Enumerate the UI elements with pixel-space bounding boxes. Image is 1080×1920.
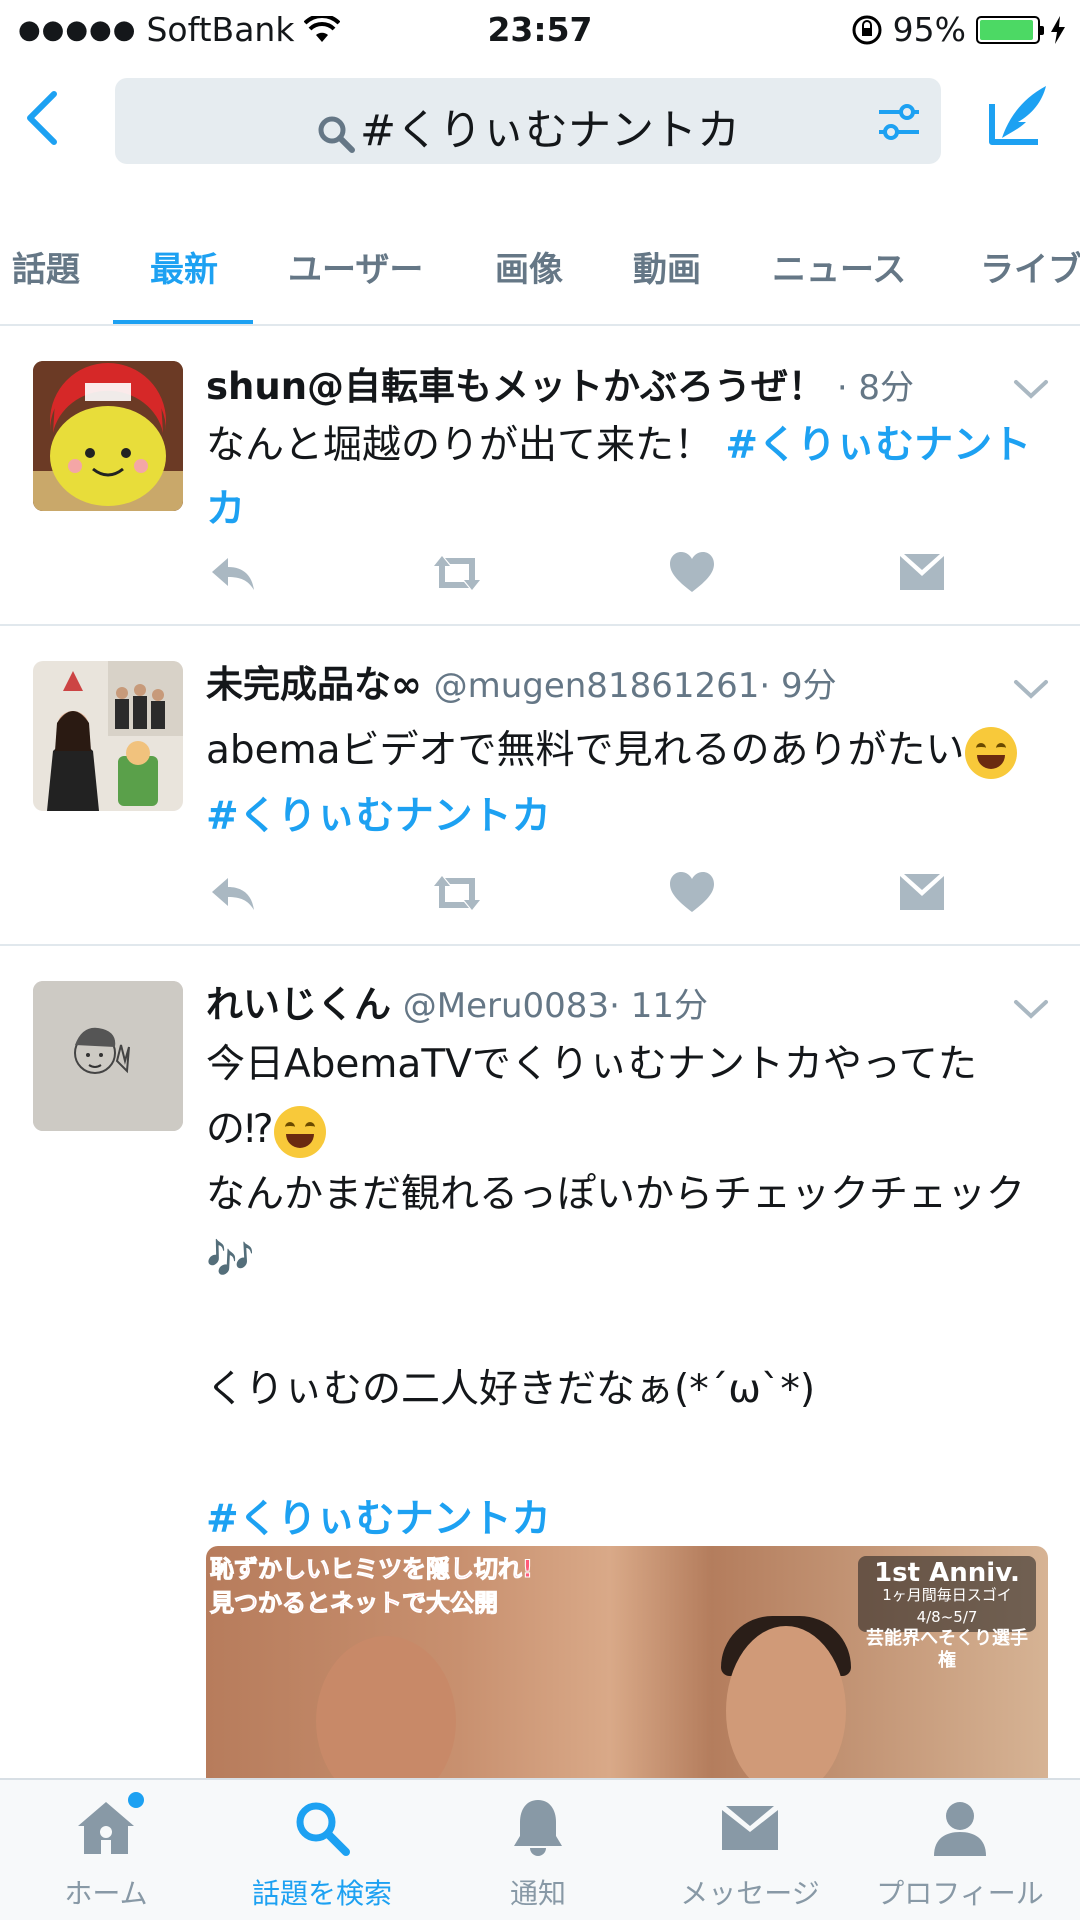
reply-icon[interactable]	[206, 548, 258, 598]
tab-home[interactable]: ホーム	[6, 1792, 206, 1912]
bottom-tab-bar: ホーム 話題を検索 通知 メッセージ プロフィール	[0, 1778, 1080, 1920]
search-query: #くりぃむナントカ	[359, 106, 741, 156]
display-name[interactable]: れいじくん	[206, 983, 391, 1026]
search-input[interactable]: #くりぃむナントカ	[115, 78, 941, 164]
avatar[interactable]	[33, 981, 183, 1131]
profile-icon	[928, 1796, 992, 1860]
reply-icon[interactable]	[206, 868, 258, 918]
media-caption-line: 見つかるとネットで大公開	[210, 1589, 499, 1618]
tears-of-joy-emoji-icon	[964, 726, 1017, 779]
tweet-header: 未完成品な∞ @mugen81861261· 9分	[206, 654, 1040, 708]
avatar[interactable]	[33, 661, 183, 811]
tab-top[interactable]: 話題	[12, 242, 80, 291]
tweet-actions	[206, 548, 946, 598]
tweet-time: · 8分	[836, 368, 915, 408]
user-handle[interactable]: @Meru0083	[403, 986, 609, 1026]
avatar[interactable]	[33, 361, 183, 511]
status-right: 95%	[851, 10, 1066, 49]
search-icon	[290, 1796, 354, 1860]
badge-subtitle: 1ヶ月間毎日スゴイ 4/8~5/7	[882, 1586, 1012, 1626]
battery-icon	[976, 15, 1044, 44]
tweet-content: れいじくん @Meru0083· 11分 今日AbemaTVでくりぃむナントカや…	[206, 974, 1040, 1552]
tab-news[interactable]: ニュース	[772, 242, 906, 291]
tab-live[interactable]: ライブ	[980, 242, 1080, 291]
tab-profile[interactable]: プロフィール	[860, 1796, 1060, 1912]
avatar-image	[33, 661, 183, 811]
retweet-icon[interactable]	[428, 868, 486, 918]
media-caption-line: 恥ずかしいヒミツを隠し切れ!	[210, 1555, 534, 1584]
tweet-content: 未完成品な∞ @mugen81861261· 9分 abemaビデオで無料で見れ…	[206, 654, 1040, 850]
search-query-wrap: #くりぃむナントカ	[115, 96, 941, 158]
search-icon	[318, 116, 355, 153]
tweet-content: shun@自転車もメットかぶろうぜ！ · 8分 なんと堀越のりが出て来た！ #く…	[206, 356, 1040, 542]
display-name[interactable]: shun@自転車もメットかぶろうぜ！	[206, 365, 825, 408]
tab-notifications-label: 通知	[509, 1877, 566, 1910]
tab-messages-label: メッセージ	[680, 1877, 820, 1910]
musical-notes-emoji-icon: 🎶	[206, 1237, 255, 1282]
tweet-time: · 11分	[609, 986, 708, 1026]
direct-message-icon[interactable]	[896, 548, 948, 598]
chevron-down-icon[interactable]	[1012, 376, 1050, 402]
active-tab-indicator	[113, 320, 253, 324]
tweet-media-image[interactable]: 恥ずかしいヒミツを隠し切れ! 見つかるとネットで大公開 1st Anniv. 1…	[206, 1546, 1048, 1786]
tweet-text: 今日AbemaTVでくりぃむナントカやってたの⁉ なんかまだ観れるっぽいからチェ…	[206, 1032, 1040, 1552]
tweet-text-line: なんかまだ観れるっぽいからチェックチェック	[206, 1172, 1026, 1217]
status-bar: ●●●●● SoftBank 23:57 95%	[0, 0, 1080, 58]
media-person-left	[316, 1636, 456, 1786]
tab-search[interactable]: 話題を検索	[222, 1796, 422, 1912]
tab-images[interactable]: 画像	[495, 242, 563, 291]
tab-messages[interactable]: メッセージ	[650, 1796, 850, 1912]
charging-icon	[1051, 15, 1065, 44]
home-icon	[74, 1792, 144, 1860]
compose-tweet-icon[interactable]	[986, 82, 1050, 148]
tweet-header: れいじくん @Meru0083· 11分	[206, 974, 1040, 1028]
tab-videos[interactable]: 動画	[633, 242, 701, 291]
tweet-text: なんと堀越のりが出て来た！ #くりぃむナントカ	[206, 414, 1040, 542]
unread-indicator	[128, 1792, 144, 1808]
chevron-down-icon[interactable]	[1012, 676, 1050, 702]
tab-users[interactable]: ユーザー	[288, 242, 423, 291]
tab-home-label: ホーム	[64, 1877, 148, 1910]
search-tabs: 話題 最新 ユーザー 画像 動画 ニュース ライブ	[0, 232, 1080, 326]
badge-title: 1st Anniv.	[874, 1558, 1020, 1588]
media-badge: 1st Anniv. 1ヶ月間毎日スゴイ 4/8~5/7 芸能界へそくり選手権	[858, 1556, 1036, 1671]
tab-search-label: 話題を検索	[251, 1877, 392, 1910]
tweet-time: · 9分	[759, 666, 837, 706]
grinning-squint-emoji-icon	[273, 1105, 326, 1158]
media-person-right	[726, 1626, 846, 1786]
hashtag-link[interactable]: #くりぃむナントカ	[206, 794, 551, 839]
user-handle[interactable]: @mugen81861261	[434, 666, 760, 706]
avatar-image	[33, 361, 183, 511]
filter-settings-icon[interactable]	[875, 98, 923, 146]
envelope-icon	[718, 1796, 782, 1860]
badge-caption: 芸能界へそくり選手権	[866, 1628, 1028, 1671]
direct-message-icon[interactable]	[896, 868, 948, 918]
tweet[interactable]: shun@自転車もメットかぶろうぜ！ · 8分 なんと堀越のりが出て来た！ #く…	[0, 328, 1080, 626]
bell-icon	[506, 1796, 570, 1860]
hashtag-link[interactable]: #くりぃむナントカ	[206, 1497, 551, 1542]
tweet[interactable]: 未完成品な∞ @mugen81861261· 9分 abemaビデオで無料で見れ…	[0, 628, 1080, 946]
tweet-text-body: abemaビデオで無料で見れるのありがたい	[206, 728, 965, 773]
chevron-down-icon[interactable]	[1012, 996, 1050, 1022]
tab-notifications[interactable]: 通知	[438, 1796, 638, 1912]
tab-latest[interactable]: 最新	[150, 242, 218, 291]
avatar-image	[33, 981, 183, 1131]
battery-fill	[980, 19, 1034, 40]
orientation-lock-icon	[852, 15, 882, 44]
display-name[interactable]: 未完成品な∞	[206, 663, 422, 706]
back-chevron-icon[interactable]	[18, 88, 68, 148]
search-header: #くりぃむナントカ	[0, 58, 1080, 178]
like-heart-icon[interactable]	[666, 548, 718, 598]
tweet-text-body: なんと堀越のりが出て来た！	[206, 423, 726, 468]
tweet-text: abemaビデオで無料で見れるのありがたい #くりぃむナントカ	[206, 718, 1040, 850]
like-heart-icon[interactable]	[666, 868, 718, 918]
tweet-actions	[206, 868, 946, 918]
tweet-text-line: くりぃむの二人好きだなぁ(*´ω`*)	[206, 1367, 816, 1412]
tweet-header: shun@自転車もメットかぶろうぜ！ · 8分	[206, 356, 1040, 410]
retweet-icon[interactable]	[428, 548, 486, 598]
tab-profile-label: プロフィール	[876, 1877, 1044, 1910]
media-caption: 恥ずかしいヒミツを隠し切れ! 見つかるとネットで大公開	[210, 1552, 534, 1620]
battery-percent: 95%	[892, 10, 966, 49]
